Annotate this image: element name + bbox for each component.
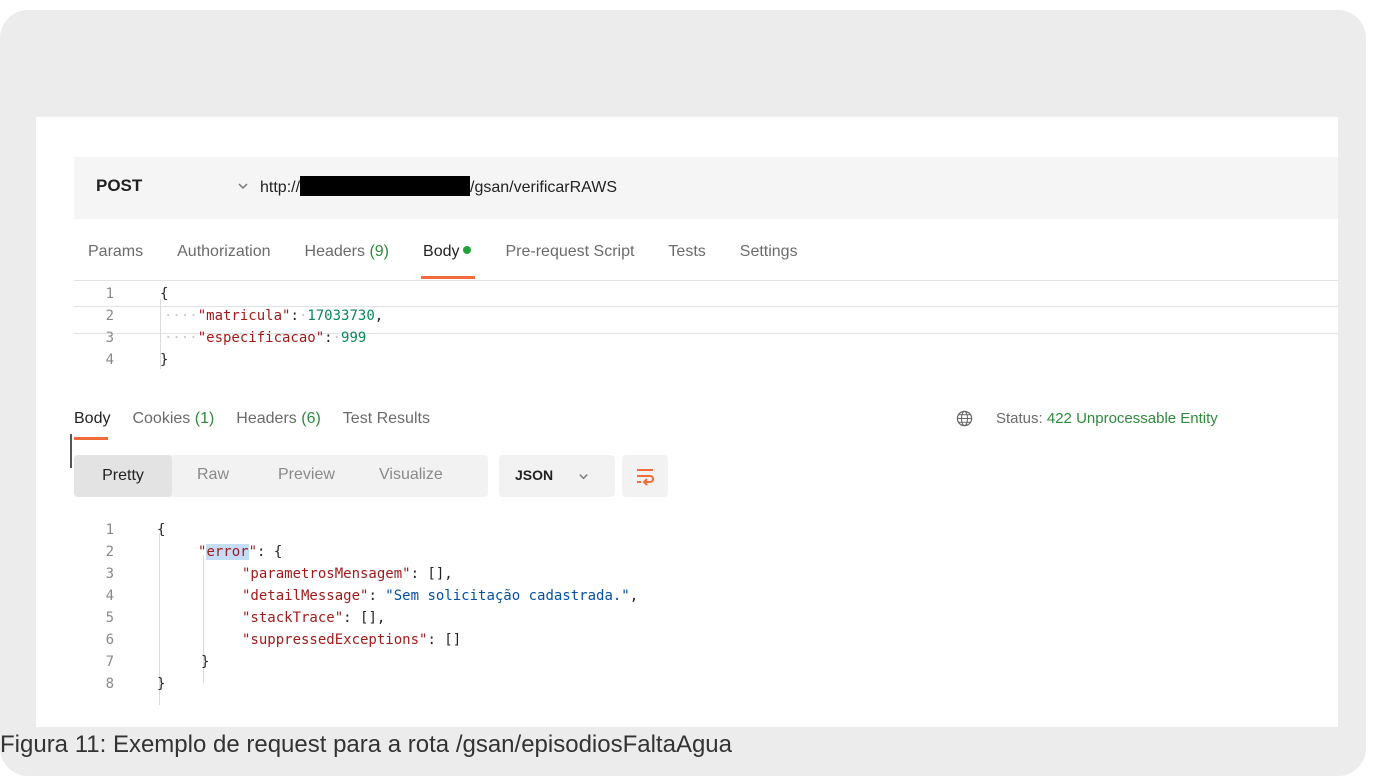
json-key: "parametrosMensagem" [242,566,411,582]
method-select[interactable]: POST [96,176,142,196]
json-brace: } [201,654,210,670]
pretty-button[interactable]: Pretty [74,455,172,497]
divider [74,280,1338,281]
line-number: 8 [105,676,114,692]
url-input[interactable]: http:// /gsan/verificarRAWS [260,176,617,197]
tab-response-headers[interactable]: Headers (6) [236,410,321,438]
status-label: Status: [996,410,1043,427]
tab-label: Headers [304,243,365,260]
json-brace: { [157,522,166,538]
status-value: 422 Unprocessable Entity [1046,410,1218,427]
panel-edge [70,434,72,468]
status-text: Status: 422 Unprocessable Entity [996,410,1218,427]
tab-count: (1) [194,410,215,427]
globe-icon[interactable] [956,410,973,427]
line-number: 4 [105,588,114,604]
tab-headers[interactable]: Headers (9) [305,243,390,277]
tab-params[interactable]: Params [88,243,143,277]
tab-label: Params [88,243,144,260]
visualize-button[interactable]: Visualize [379,466,443,484]
tab-label: Tests [668,243,706,260]
tab-response-body[interactable]: Body [74,410,111,440]
preview-button[interactable]: Preview [278,466,335,484]
json-brace: } [160,352,169,368]
tab-label: Headers [236,410,297,427]
line-number: 2 [105,308,114,324]
json-string: "Sem solicitação cadastrada." [385,588,630,604]
json-entry: ····"matricula":·17033730, [164,308,384,324]
figure-frame: POST http:// /gsan/verificarRAWS Params A… [0,10,1366,776]
json-entry: "stackTrace": [], [242,610,386,626]
tab-label: Cookies [132,410,191,427]
format-label: JSON [515,467,554,483]
line-number: 5 [105,610,114,626]
json-key: "especificacao" [197,330,325,346]
json-key: "suppressedExceptions" [242,632,428,648]
request-bar: POST http:// /gsan/verificarRAWS [74,157,1338,219]
line-number: 3 [105,566,114,582]
response-body-viewer[interactable]: 1 { 2 "error": { 3 "parametrosMensagem": []… [84,519,1284,719]
json-entry: "error": { [198,544,283,560]
tab-count: (9) [369,243,390,260]
response-tabs: Body Cookies (1) Headers (6) Test Result… [74,410,452,440]
chevron-down-icon[interactable] [236,179,250,193]
json-number: 999 [341,330,367,346]
tab-label: Body [423,243,460,260]
wrap-lines-icon [637,469,654,486]
tab-test-results[interactable]: Test Results [343,410,430,438]
tab-pre-request-script[interactable]: Pre-request Script [505,243,634,277]
line-number: 1 [105,522,114,538]
json-entry: "detailMessage": "Sem solicitação cadast… [242,588,639,604]
json-key-selected: error [206,544,249,560]
modified-dot-icon [463,246,472,254]
tab-settings[interactable]: Settings [740,243,798,277]
url-path: /gsan/verificarRAWS [470,179,618,196]
json-entry: "suppressedExceptions": [] [242,632,462,648]
json-entry: ····"especificacao":·999 [164,330,367,346]
figure-caption: Figura 11: Exemplo de request para a rot… [0,731,732,758]
line-number: 3 [105,330,114,346]
tab-label: Body [74,410,111,427]
view-mode-group: Pretty Raw Preview Visualize [74,455,488,497]
json-brace: { [160,286,169,302]
json-entry: "parametrosMensagem": [], [242,566,453,582]
url-prefix: http:// [260,179,301,196]
format-select[interactable]: JSON [499,455,615,497]
tab-authorization[interactable]: Authorization [177,243,270,277]
tab-count: (6) [301,410,321,427]
line-number: 7 [105,654,114,670]
raw-button[interactable]: Raw [197,466,229,484]
redacted-host [300,176,471,196]
chevron-down-icon [579,474,588,480]
tab-label: Test Results [342,410,430,427]
postman-screenshot: POST http:// /gsan/verificarRAWS Params A… [36,117,1338,727]
line-number: 2 [105,544,114,560]
request-body-editor[interactable]: 1 { 2 ····"matricula":·17033730, 3 ····"esp… [84,283,1334,379]
json-number: 17033730 [307,308,375,324]
tab-label: Authorization [177,243,271,260]
json-brace: } [157,676,166,692]
wrap-lines-button[interactable] [622,455,668,497]
tab-label: Settings [739,243,798,260]
line-number: 4 [105,352,114,368]
line-number: 6 [105,632,114,648]
json-key: "stackTrace" [242,610,344,626]
json-key: "matricula" [197,308,291,324]
line-number: 1 [105,286,114,302]
tab-label: Pre-request Script [505,243,635,260]
json-key: "detailMessage" [242,588,369,604]
tab-tests[interactable]: Tests [668,243,705,277]
request-tabs: Params Authorization Headers (9) Body Pr… [88,243,832,279]
tab-body[interactable]: Body [420,243,476,279]
tab-cookies[interactable]: Cookies (1) [132,410,214,438]
